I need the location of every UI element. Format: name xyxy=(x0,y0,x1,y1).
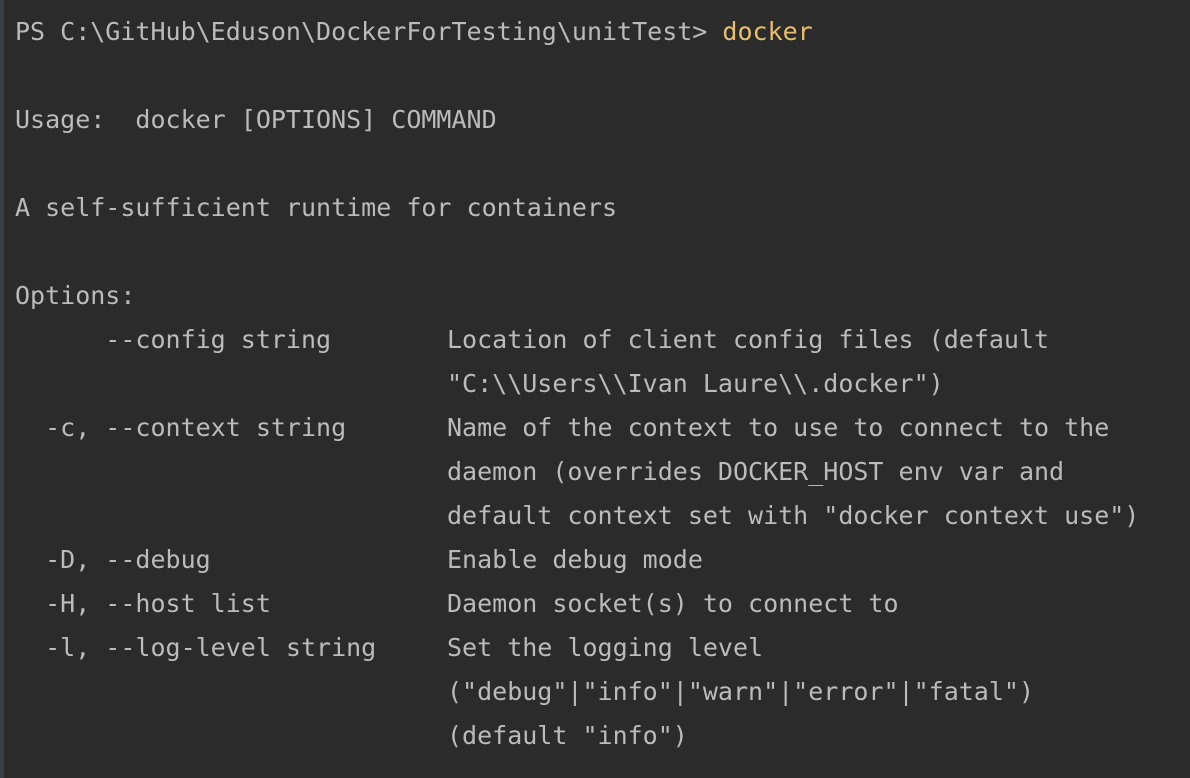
prompt-command: docker xyxy=(722,17,813,46)
option-desc-config-2: "C:\\Users\\Ivan Laure\\.docker") xyxy=(447,369,944,398)
option-flag-debug: -D, --debug xyxy=(15,545,211,574)
option-desc-host-1: Daemon socket(s) to connect to xyxy=(447,589,899,618)
prompt-line: PS C:\GitHub\Eduson\DockerForTesting\uni… xyxy=(15,10,813,54)
option-desc-log-level-3: (default "info") xyxy=(447,721,688,750)
prompt-path: PS C:\GitHub\Eduson\DockerForTesting\uni… xyxy=(15,17,723,46)
option-flag-log-level: -l, --log-level string xyxy=(15,633,377,662)
option-desc-log-level-1: Set the logging level xyxy=(447,633,764,662)
option-desc-context-1: Name of the context to use to connect to… xyxy=(447,413,1110,442)
option-flag-config: --config string xyxy=(15,325,332,354)
option-desc-debug-1: Enable debug mode xyxy=(447,545,703,574)
usage-line: Usage: docker [OPTIONS] COMMAND xyxy=(15,105,497,134)
option-desc-config-1: Location of client config files (default xyxy=(447,325,1050,354)
option-flag-context: -c, --context string xyxy=(15,413,347,442)
options-header: Options: xyxy=(15,281,136,310)
terminal-output[interactable]: PS C:\GitHub\Eduson\DockerForTesting\uni… xyxy=(0,0,1190,778)
description-line: A self-sufficient runtime for containers xyxy=(15,193,618,222)
option-desc-log-level-2: ("debug"|"info"|"warn"|"error"|"fatal") xyxy=(447,677,1034,706)
option-flag-host: -H, --host list xyxy=(15,589,271,618)
option-desc-context-2: daemon (overrides DOCKER_HOST env var an… xyxy=(447,457,1065,486)
option-desc-context-3: default context set with "docker context… xyxy=(447,501,1140,530)
